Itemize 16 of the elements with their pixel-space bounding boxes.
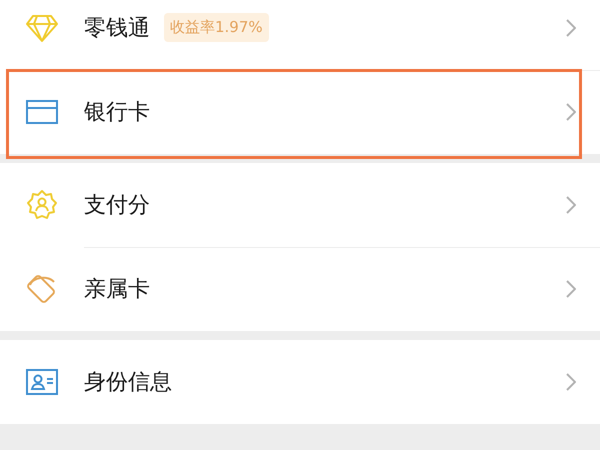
- menu-item-label[interactable]: 身份信息: [84, 367, 172, 397]
- chevron-icon[interactable]: [566, 18, 576, 36]
- chevron-icon[interactable]: [566, 196, 576, 214]
- menu-item-label[interactable]: 亲属卡: [84, 274, 150, 304]
- menu-item-label[interactable]: 支付分: [84, 190, 150, 220]
- menu-item-label[interactable]: 银行卡: [84, 97, 150, 127]
- chevron-icon[interactable]: [566, 373, 576, 391]
- yield-badge: 收益率1.97%: [164, 13, 269, 42]
- chevron-icon[interactable]: [566, 103, 576, 121]
- linked-cards-icon: [26, 273, 58, 305]
- person-badge-icon: [26, 189, 58, 221]
- chevron-icon[interactable]: [566, 280, 576, 298]
- id-card-icon: [26, 369, 58, 395]
- diamond-icon: [25, 13, 59, 43]
- card-icon: [26, 100, 58, 124]
- menu-item-label[interactable]: 零钱通: [84, 12, 150, 42]
